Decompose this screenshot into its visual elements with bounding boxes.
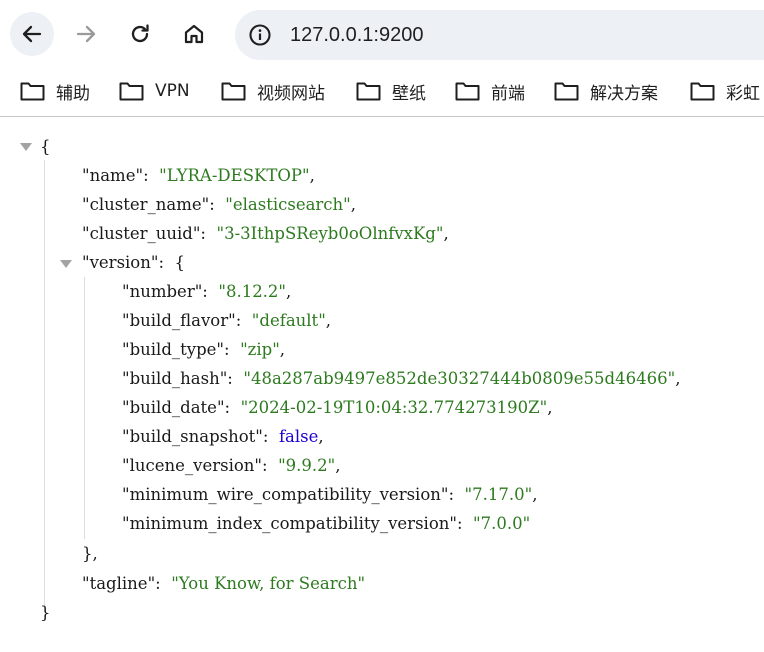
bookmark-label: VPN — [155, 81, 190, 101]
json-string-value: "default" — [251, 311, 326, 330]
json-string-value: "zip" — [240, 340, 280, 359]
json-entry-tagline: "tagline": "You Know, for Search" — [82, 574, 366, 593]
forward-button[interactable] — [64, 12, 108, 56]
json-entry-min-wire-compat: "minimum_wire_compatibility_version": "7… — [122, 485, 538, 504]
bookmark-label: 前端 — [491, 83, 525, 104]
json-string-value: "7.0.0" — [473, 514, 531, 533]
bookmark-folder[interactable]: 彩虹 — [690, 68, 760, 114]
json-string-value: "9.9.2" — [278, 456, 336, 475]
json-entry-cluster-name: "cluster_name": "elasticsearch", — [82, 195, 357, 214]
url-text[interactable]: 127.0.0.1:9200 — [290, 10, 423, 60]
json-key: "tagline" — [82, 574, 156, 593]
json-string-value: "8.12.2" — [218, 282, 287, 301]
json-string-value: "7.17.0" — [464, 485, 533, 504]
collapse-toggle-root[interactable] — [20, 143, 32, 151]
bookmark-label: 壁纸 — [392, 83, 426, 104]
json-string-value: "elasticsearch" — [225, 195, 351, 214]
json-key: "minimum_index_compatibility_version" — [122, 514, 457, 533]
bookmarks-bar: 辅助 VPN 视频网站 壁纸 前端 解决方案 彩虹 — [0, 68, 764, 117]
json-entry-build-type: "build_type": "zip", — [122, 340, 286, 359]
json-key: "cluster_name" — [82, 195, 210, 214]
bookmark-label: 视频网站 — [257, 83, 325, 104]
collapse-toggle-version[interactable] — [60, 260, 72, 268]
folder-icon — [554, 82, 579, 101]
folder-icon — [119, 82, 144, 101]
home-icon — [184, 24, 204, 44]
bookmark-folder[interactable]: 视频网站 — [221, 68, 325, 114]
bookmark-folder[interactable]: 前端 — [455, 68, 525, 114]
address-bar[interactable]: 127.0.0.1:9200 — [235, 10, 764, 60]
json-key: "build_hash" — [122, 369, 228, 388]
json-key: "build_type" — [122, 340, 225, 359]
json-open-brace: { — [40, 137, 51, 156]
reload-icon — [131, 24, 149, 43]
json-key: "minimum_wire_compatibility_version" — [122, 485, 449, 504]
json-string-value: "3-3IthpSReyb0oOlnfvxKg" — [216, 224, 444, 243]
indent-guide — [44, 160, 45, 612]
json-key: "version" — [82, 253, 159, 272]
json-version-close: }, — [82, 544, 98, 563]
folder-icon — [221, 82, 246, 101]
json-entry-version: "version": { — [82, 253, 186, 272]
back-button[interactable] — [10, 12, 54, 56]
site-info-button[interactable] — [247, 22, 273, 48]
folder-icon — [20, 82, 45, 101]
json-string-value: "48a287ab9497e852de30327444b0809e55d4646… — [243, 369, 676, 388]
json-key: "build_date" — [122, 398, 225, 417]
arrow-left-icon — [22, 25, 42, 43]
json-key: "name" — [82, 166, 144, 185]
json-entry-build-flavor: "build_flavor": "default", — [122, 311, 332, 330]
json-entry-lucene-version: "lucene_version": "9.9.2", — [122, 456, 341, 475]
json-key: "lucene_version" — [122, 456, 263, 475]
json-entry-name: "name": "LYRA-DESKTOP", — [82, 166, 315, 185]
json-key: "number" — [122, 282, 203, 301]
folder-icon — [356, 82, 381, 101]
bookmark-folder[interactable]: VPN — [119, 68, 190, 114]
json-boolean-value: false — [278, 427, 319, 446]
bookmark-folder[interactable]: 壁纸 — [356, 68, 426, 114]
json-string-value: "LYRA-DESKTOP" — [159, 166, 310, 185]
reload-button[interactable] — [118, 12, 162, 56]
bookmark-label: 辅助 — [56, 83, 90, 104]
json-entry-build-date: "build_date": "2024-02-19T10:04:32.77427… — [122, 398, 553, 417]
folder-icon — [690, 82, 715, 101]
json-close-brace: } — [40, 603, 51, 622]
json-string-value: "You Know, for Search" — [171, 574, 366, 593]
json-viewer: { "name": "LYRA-DESKTOP", "cluster_name"… — [0, 117, 764, 652]
indent-guide — [84, 277, 85, 539]
bookmark-folder[interactable]: 辅助 — [20, 68, 90, 114]
home-button[interactable] — [172, 12, 216, 56]
json-key: "cluster_uuid" — [82, 224, 201, 243]
arrow-right-icon — [76, 25, 96, 43]
json-entry-number: "number": "8.12.2", — [122, 282, 292, 301]
json-key: "build_flavor" — [122, 311, 236, 330]
json-string-value: "2024-02-19T10:04:32.774273190Z" — [240, 398, 548, 417]
info-circle-icon — [249, 24, 271, 46]
bookmark-folder[interactable]: 解决方案 — [554, 68, 658, 114]
browser-toolbar: 127.0.0.1:9200 — [0, 0, 764, 68]
json-entry-min-index-compat: "minimum_index_compatibility_version": "… — [122, 514, 531, 533]
folder-icon — [455, 82, 480, 101]
json-entry-cluster-uuid: "cluster_uuid": "3-3IthpSReyb0oOlnfvxKg"… — [82, 224, 449, 243]
bookmark-label: 彩虹 — [726, 83, 760, 104]
json-entry-build-snapshot: "build_snapshot": false, — [122, 427, 324, 446]
bookmark-label: 解决方案 — [590, 83, 658, 104]
json-key: "build_snapshot" — [122, 427, 263, 446]
json-entry-build-hash: "build_hash": "48a287ab9497e852de3032744… — [122, 369, 681, 388]
